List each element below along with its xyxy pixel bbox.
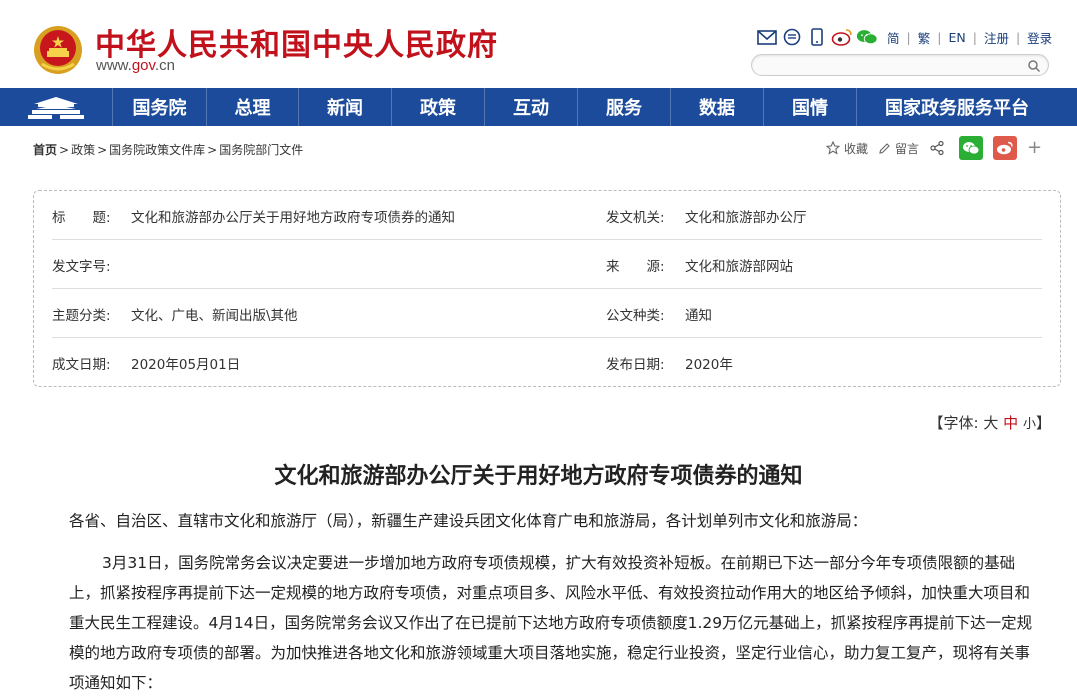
separator: | (1015, 29, 1021, 45)
weibo-icon[interactable] (831, 26, 853, 48)
search-input[interactable] (762, 57, 1022, 73)
article-title: 文化和旅游部办公厅关于用好地方政府专项债券的通知 (274, 464, 803, 489)
mail-icon[interactable] (756, 26, 778, 48)
font-size-switcher: 【字体: 大 中 小】 (929, 412, 1051, 433)
url-prefix: www. (96, 57, 132, 74)
nav-item-premier[interactable]: 总理 (207, 88, 299, 126)
lang-traditional[interactable]: 繁 (918, 28, 931, 47)
favorite-button[interactable]: 收藏 (826, 140, 868, 157)
meta-row: 标 题: 文化和旅游部办公厅关于用好地方政府专项债券的通知 发文机关: 文化和旅… (52, 191, 1042, 240)
top-tools: 简 | 繁 | EN | 注册 | 登录 (756, 26, 1052, 48)
meta-row: 主题分类: 文化、广电、新闻出版\其他 公文种类: 通知 (52, 289, 1042, 338)
nav-item-state-council[interactable]: 国务院 (113, 88, 207, 126)
docno-label: 发文字号: (52, 258, 111, 275)
source-value: 文化和旅游部网站 (685, 258, 793, 275)
main-nav: 国务院 总理 新闻 政策 互动 服务 数据 国情 国家政务服务平台 (0, 88, 1077, 126)
breadcrumb-policy[interactable]: 政策 (71, 143, 95, 157)
comment-button[interactable]: 留言 (878, 140, 919, 157)
article-salutation: 各省、自治区、直辖市文化和旅游厅（局），新疆生产建设兵团文化体育广电和旅游局，各… (69, 512, 868, 530)
topic-label: 主题分类: (52, 307, 111, 324)
nav-item-national-info[interactable]: 国情 (764, 88, 857, 126)
wechat-icon (963, 142, 980, 155)
national-emblem-icon[interactable] (32, 24, 84, 76)
breadcrumb-sep: > (97, 143, 108, 157)
created-label: 成文日期: (52, 356, 111, 373)
nav-item-interaction[interactable]: 互动 (485, 88, 578, 126)
title-label: 标 题: (52, 209, 111, 226)
meta-row: 成文日期: 2020年05月01日 发布日期: 2020年 (52, 338, 1042, 387)
url-gov: gov (131, 57, 155, 74)
tiananmen-icon[interactable] (0, 88, 113, 126)
published-label: 发布日期: (606, 356, 665, 373)
published-value: 2020年 (685, 356, 733, 373)
breadcrumb-dept-docs[interactable]: 国务院部门文件 (219, 143, 303, 157)
favorite-label: 收藏 (844, 141, 869, 156)
more-share-button[interactable]: + (1027, 138, 1042, 158)
lang-simplified[interactable]: 简 (887, 28, 900, 47)
font-size-large[interactable]: 大 (983, 414, 998, 432)
mobile-icon[interactable] (806, 26, 828, 48)
share-button[interactable] (929, 140, 949, 156)
weibo-icon (997, 141, 1013, 155)
breadcrumb-sep: > (59, 143, 70, 157)
comment-label: 留言 (895, 141, 920, 156)
issuer-value: 文化和旅游部办公厅 (685, 209, 807, 226)
breadcrumb-home[interactable]: 首页 (33, 143, 57, 157)
title-value: 文化和旅游部办公厅关于用好地方政府专项债券的通知 (131, 209, 455, 226)
separator: | (906, 29, 911, 45)
lang-links: 简 | 繁 | EN | 注册 | 登录 (887, 28, 1052, 47)
site-url[interactable]: www.gov.cn (96, 57, 175, 74)
font-size-medium[interactable]: 中 (1003, 414, 1018, 432)
register-link[interactable]: 注册 (984, 28, 1009, 47)
topic-value: 文化、广电、新闻出版\其他 (131, 307, 298, 324)
pencil-icon (879, 142, 890, 154)
breadcrumb-sep: > (207, 143, 218, 157)
breadcrumb-policy-library[interactable]: 国务院政策文件库 (109, 143, 205, 157)
font-size-small[interactable]: 小 (1023, 417, 1036, 432)
wechat-share-button[interactable] (959, 136, 984, 160)
search-box (751, 54, 1049, 76)
nav-item-service-platform[interactable]: 国家政务服务平台 (857, 88, 1057, 126)
document-meta-table: 标 题: 文化和旅游部办公厅关于用好地方政府专项债券的通知 发文机关: 文化和旅… (33, 190, 1061, 387)
issuer-label: 发文机关: (606, 209, 665, 226)
nav-item-news[interactable]: 新闻 (299, 88, 392, 126)
meta-row: 发文字号: 来 源: 文化和旅游部网站 (52, 240, 1042, 289)
nav-item-policy[interactable]: 政策 (392, 88, 485, 126)
weibo-share-button[interactable] (993, 136, 1018, 160)
font-size-prefix: 【字体: (928, 414, 979, 432)
url-suffix: .cn (154, 57, 175, 74)
created-value: 2020年05月01日 (131, 356, 241, 373)
login-link[interactable]: 登录 (1027, 28, 1052, 47)
nav-item-services[interactable]: 服务 (578, 88, 671, 126)
share-tools: 收藏 留言 + (826, 136, 1042, 160)
source-label: 来 源: (606, 258, 665, 275)
nav-item-data[interactable]: 数据 (671, 88, 764, 126)
wechat-icon[interactable] (856, 26, 878, 48)
font-size-suffix: 】 (1035, 414, 1051, 432)
breadcrumb: 首页 > 政策 > 国务院政策文件库 > 国务院部门文件 (33, 141, 303, 158)
message-icon[interactable] (781, 26, 803, 48)
article-paragraph: 3月31日，国务院常务会议决定要进一步增加地方政府专项债规模，扩大有效投资补短板… (69, 554, 1033, 692)
site-header: 中华人民共和国中央人民政府 www.gov.cn 简 | 繁 | EN | 注册… (0, 0, 1077, 88)
share-icon (930, 140, 944, 156)
separator: | (937, 29, 942, 45)
lang-english[interactable]: EN (948, 30, 965, 45)
star-icon (826, 141, 840, 155)
separator: | (972, 29, 977, 45)
breadcrumb-bar: 首页 > 政策 > 国务院政策文件库 > 国务院部门文件 收藏 留言 + (0, 126, 1077, 170)
search-icon[interactable] (1027, 58, 1041, 73)
type-value: 通知 (685, 307, 712, 324)
type-label: 公文种类: (606, 307, 665, 324)
